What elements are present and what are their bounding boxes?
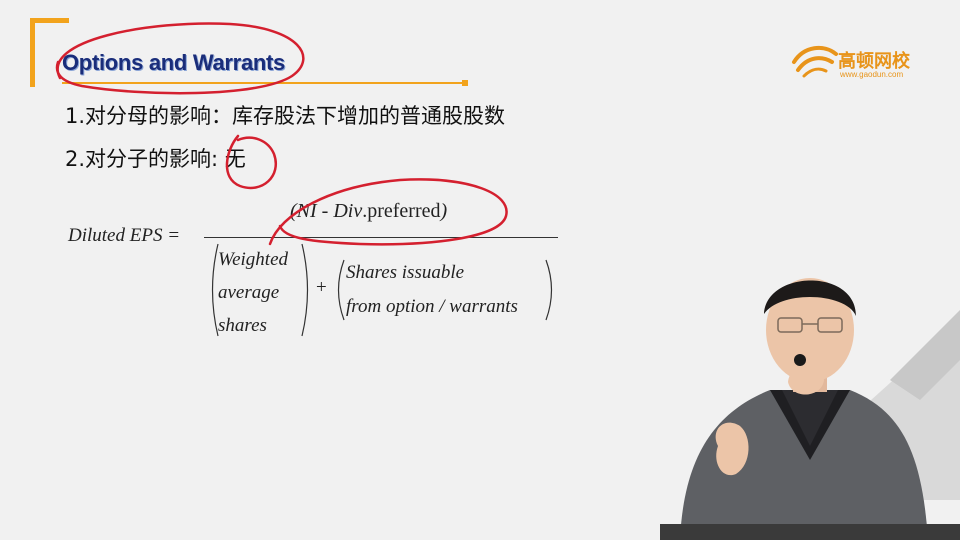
denominator-weighted-average-shares: Weighted average shares — [218, 243, 288, 342]
paren-right-1 — [301, 243, 309, 337]
den1-line3: shares — [218, 315, 267, 336]
title-underline-end — [462, 80, 468, 86]
diluted-eps-formula: Diluted EPS = (NI - Div.preferred) Weigh… — [68, 200, 568, 340]
logo-url: www.gaodun.com — [840, 70, 904, 79]
numerator-ni-div: NI - Div — [296, 200, 363, 222]
den1-line1: Weighted — [218, 249, 289, 270]
presenter-image — [660, 278, 960, 540]
numerator-close-paren: ) — [440, 200, 448, 222]
paren-left-2 — [337, 259, 345, 321]
point-numerator: 2.对分子的影响: 无 — [65, 147, 246, 171]
numerator-open-paren: ( — [290, 200, 297, 222]
numerator-preferred: .preferred — [362, 200, 441, 222]
den2-line2: from option / warrants — [346, 296, 518, 317]
den2-line1: Shares issuable — [346, 262, 465, 283]
formula-numerator: (NI - Div.preferred) — [290, 200, 447, 223]
slide-title: Options and Warrants — [62, 50, 285, 75]
title-underline — [62, 82, 464, 84]
formula-lhs: Diluted EPS = — [68, 225, 181, 246]
denominator-shares-issuable: Shares issuable from option / warrants — [346, 256, 518, 324]
paren-right-2 — [545, 259, 553, 321]
fraction-bar — [204, 237, 558, 238]
formula-plus: + — [316, 277, 327, 298]
den1-line2: average — [218, 282, 280, 303]
point-denominator: 1.对分母的影响：库存股法下增加的普通股股数 — [65, 104, 506, 128]
